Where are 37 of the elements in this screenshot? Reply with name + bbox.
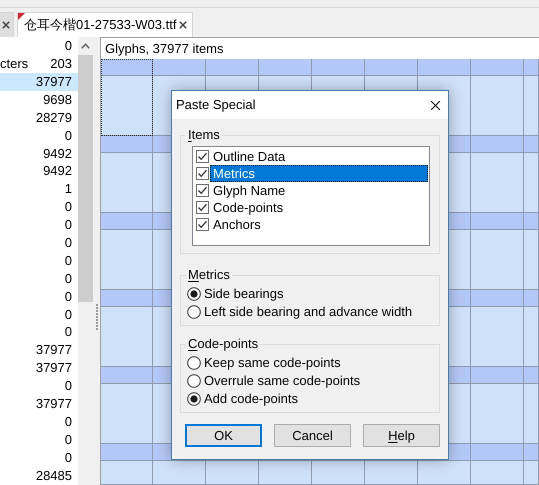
row-count: 0 (64, 198, 72, 216)
row-count: 37977 (36, 341, 72, 360)
row-count: 28279 (36, 108, 72, 127)
tab-label: 仓耳今楷01-27533-W03.ttf (24, 16, 176, 34)
option-label: Overrule same code-points (204, 372, 360, 390)
row-count: 0 (64, 306, 72, 324)
row-count: 0 (64, 323, 72, 342)
row-count: 0 (64, 126, 72, 145)
dialog-title: Paste Special (176, 96, 256, 114)
row-count: 37977 (36, 359, 72, 378)
option-label: Add code-points (204, 390, 298, 408)
option-label: Side bearings (204, 285, 284, 304)
group-label: Items (187, 127, 221, 143)
row-count: 203 (50, 55, 72, 74)
row-count: 0 (64, 448, 72, 467)
row-count: 28485 (36, 466, 72, 485)
group-label: Code-points (187, 336, 260, 352)
row-count: 9698 (43, 90, 72, 109)
option-label: Keep same code-points (204, 354, 341, 372)
row-count: 0 (64, 216, 72, 234)
option-label: Left side bearing and advance width (204, 303, 412, 322)
row-count: 0 (64, 37, 72, 56)
row-count: 37977 (36, 395, 72, 414)
row-count: 0 (64, 234, 72, 252)
row-count: 9492 (43, 162, 72, 180)
row-count: 0 (64, 377, 72, 396)
panel-title: Glyphs, 37977 items (101, 37, 539, 59)
row-count: 0 (64, 430, 72, 449)
row-count: 0 (64, 412, 72, 431)
row-count: 0 (64, 270, 72, 288)
row-label: cters (0, 55, 28, 74)
group-label: Metrics (187, 267, 231, 283)
row-count: 9492 (43, 144, 72, 163)
row-count: 0 (64, 252, 72, 270)
row-count: 37977 (36, 72, 72, 91)
row-count: 1 (64, 180, 72, 198)
row-count: 0 (64, 288, 72, 306)
